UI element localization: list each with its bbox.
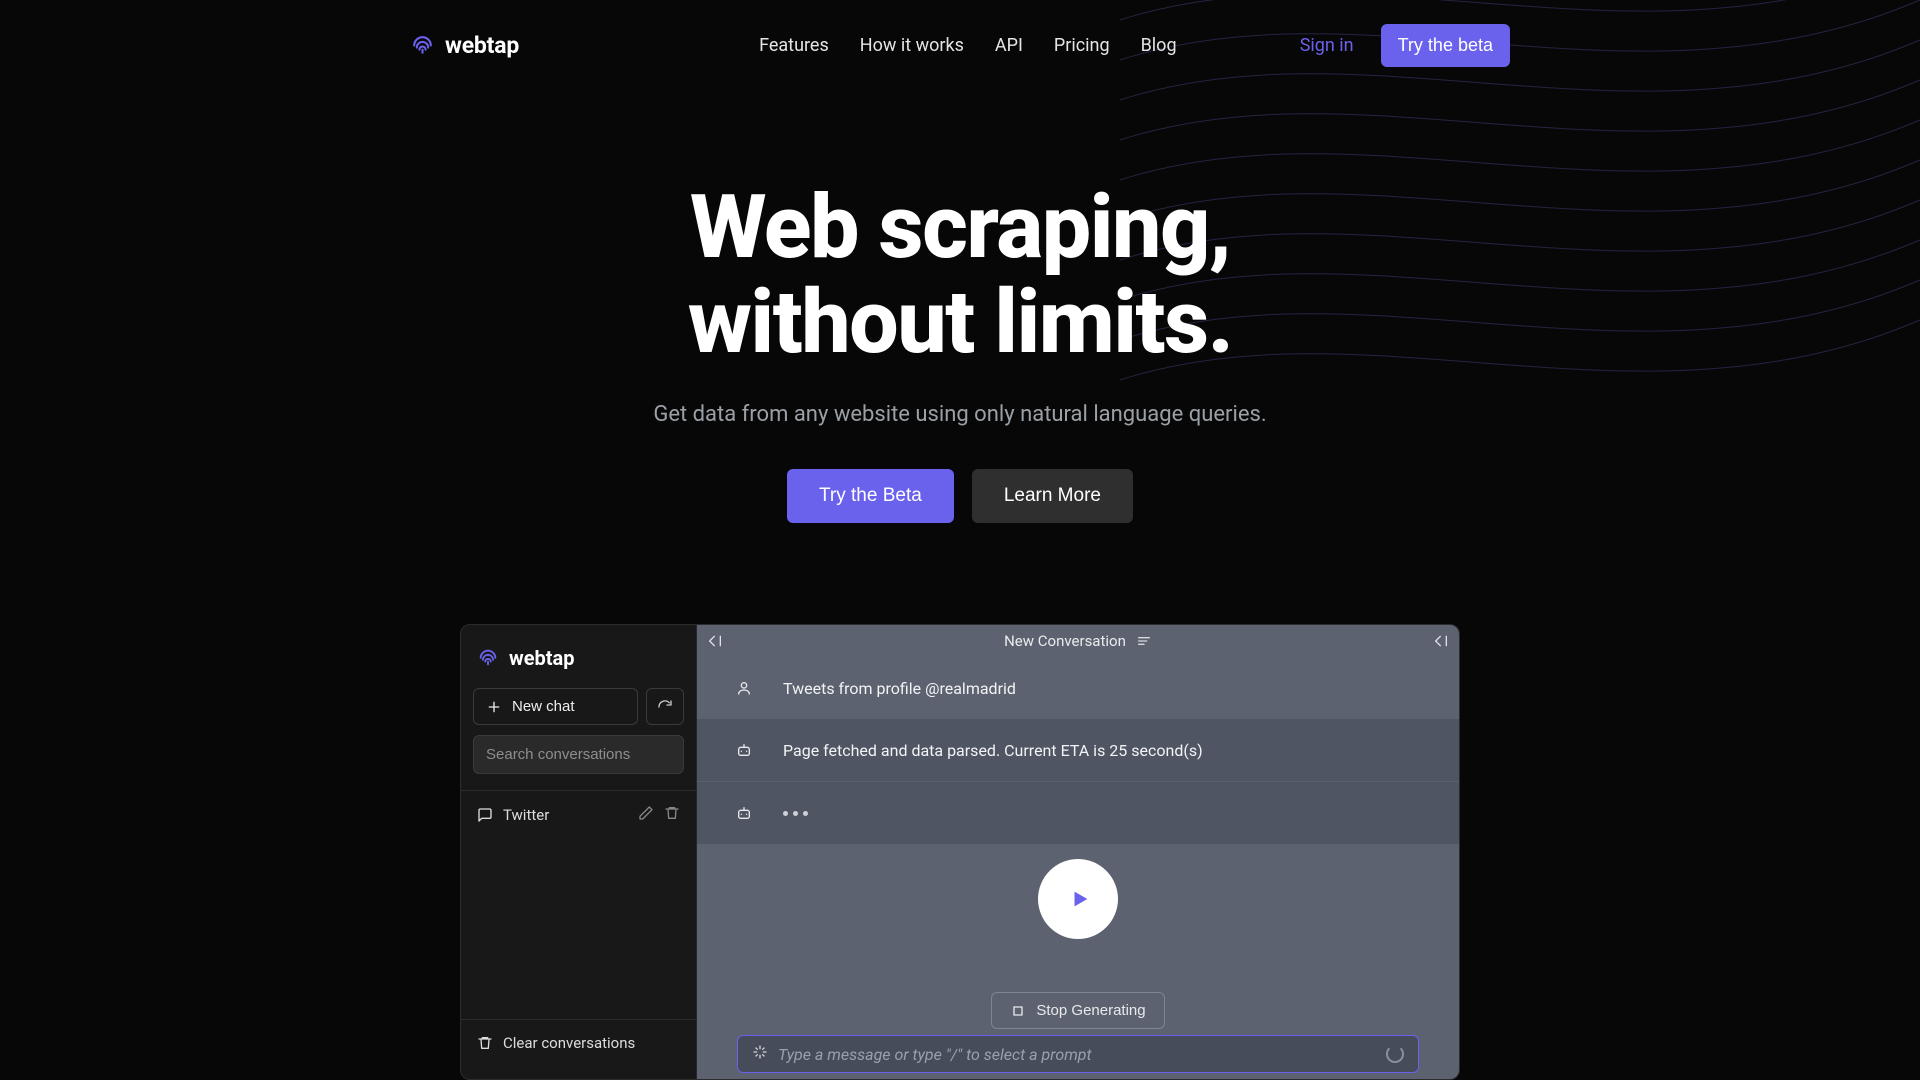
new-chat-button[interactable]: New chat bbox=[473, 688, 638, 725]
trash-icon bbox=[477, 1035, 493, 1051]
message-text: Page fetched and data parsed. Current ET… bbox=[783, 741, 1203, 760]
try-beta-button[interactable]: Try the beta bbox=[1381, 24, 1510, 67]
menu-icon[interactable] bbox=[1136, 633, 1152, 649]
collapse-right-button[interactable] bbox=[1433, 633, 1449, 649]
conversation-label: Twitter bbox=[503, 806, 549, 824]
hero: Web scraping, without limits. Get data f… bbox=[0, 180, 1920, 523]
hero-subtitle: Get data from any website using only nat… bbox=[0, 402, 1920, 427]
preview-main: New Conversation Tweets from profile @re… bbox=[697, 625, 1459, 1079]
message-input-placeholder: Type a message or type "/" to select a p… bbox=[778, 1045, 1376, 1064]
brand-name: webtap bbox=[445, 32, 519, 59]
edit-conversation-button[interactable] bbox=[638, 805, 654, 825]
conversation-title: New Conversation bbox=[1004, 632, 1126, 650]
nav-link-blog[interactable]: Blog bbox=[1141, 35, 1177, 56]
nav-link-features[interactable]: Features bbox=[759, 35, 829, 56]
sparkle-icon bbox=[752, 1044, 768, 1064]
search-conversations-input[interactable] bbox=[473, 735, 684, 774]
bot-icon bbox=[733, 739, 755, 761]
stop-icon bbox=[1010, 1003, 1026, 1019]
message-input[interactable]: Type a message or type "/" to select a p… bbox=[737, 1035, 1419, 1073]
fingerprint-icon bbox=[410, 33, 435, 58]
user-icon bbox=[733, 677, 755, 699]
play-video-button[interactable] bbox=[1038, 859, 1118, 939]
nav-right: Sign in Try the beta bbox=[1300, 24, 1510, 67]
preview-brand-name: webtap bbox=[509, 646, 574, 670]
typing-indicator-icon bbox=[783, 811, 808, 816]
arrow-left-bar-icon bbox=[1433, 633, 1449, 649]
nav-link-how-it-works[interactable]: How it works bbox=[860, 35, 964, 56]
message-user: Tweets from profile @realmadrid bbox=[697, 657, 1459, 719]
arrow-left-bar-icon bbox=[707, 633, 723, 649]
reload-button[interactable] bbox=[646, 688, 684, 725]
clear-conversations-button[interactable]: Clear conversations bbox=[461, 1019, 696, 1066]
message-text: Tweets from profile @realmadrid bbox=[783, 679, 1016, 698]
stop-generating-button[interactable]: Stop Generating bbox=[991, 992, 1164, 1029]
new-chat-label: New chat bbox=[512, 698, 575, 715]
preview-brand-logo[interactable]: webtap bbox=[461, 638, 696, 688]
bot-icon bbox=[733, 802, 755, 824]
signin-link[interactable]: Sign in bbox=[1300, 35, 1354, 56]
play-icon bbox=[1069, 887, 1091, 911]
nav-link-api[interactable]: API bbox=[995, 35, 1023, 56]
hero-title: Web scraping, without limits. bbox=[0, 180, 1920, 370]
delete-conversation-button[interactable] bbox=[664, 805, 680, 825]
plus-icon bbox=[486, 699, 502, 715]
hero-title-line1: Web scraping, bbox=[690, 176, 1230, 279]
nav-link-pricing[interactable]: Pricing bbox=[1054, 35, 1110, 56]
fingerprint-icon bbox=[477, 647, 499, 669]
app-preview: webtap New chat Twitter Cle bbox=[460, 624, 1460, 1080]
reload-icon bbox=[657, 699, 673, 715]
pencil-icon bbox=[638, 805, 654, 821]
loading-spinner-icon bbox=[1386, 1045, 1404, 1063]
preview-sidebar: webtap New chat Twitter Cle bbox=[461, 625, 697, 1079]
chat-icon bbox=[477, 807, 493, 823]
nav-links: Features How it works API Pricing Blog bbox=[759, 35, 1176, 56]
main-bar: New Conversation bbox=[697, 625, 1459, 657]
top-nav: webtap Features How it works API Pricing… bbox=[0, 24, 1920, 67]
stop-generating-label: Stop Generating bbox=[1036, 1002, 1145, 1019]
message-bot: Page fetched and data parsed. Current ET… bbox=[697, 719, 1459, 781]
hero-title-line2: without limits. bbox=[688, 271, 1233, 374]
hero-try-beta-button[interactable]: Try the Beta bbox=[787, 469, 954, 523]
conversation-item[interactable]: Twitter bbox=[461, 791, 696, 839]
hero-learn-more-button[interactable]: Learn More bbox=[972, 469, 1133, 523]
trash-icon bbox=[664, 805, 680, 821]
brand-logo[interactable]: webtap bbox=[410, 32, 519, 59]
clear-conversations-label: Clear conversations bbox=[503, 1034, 635, 1052]
message-bot-loading bbox=[697, 781, 1459, 844]
collapse-left-button[interactable] bbox=[707, 633, 723, 649]
hero-cta: Try the Beta Learn More bbox=[0, 469, 1920, 523]
